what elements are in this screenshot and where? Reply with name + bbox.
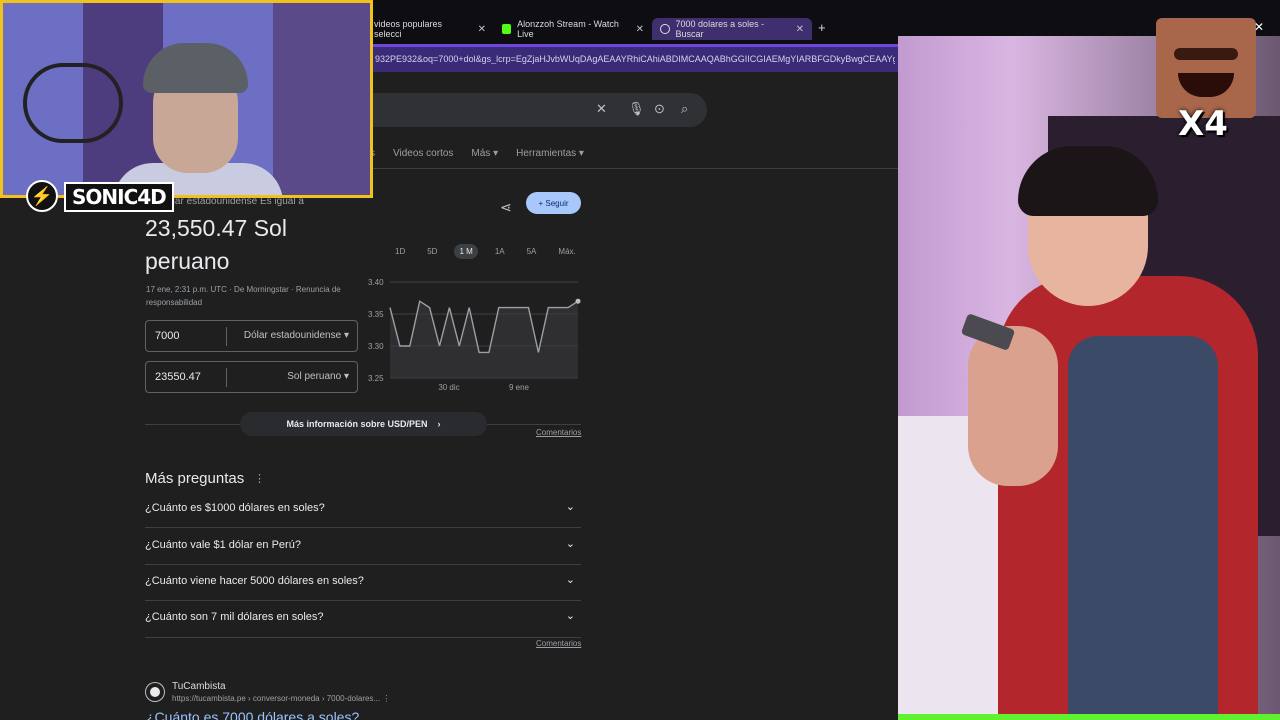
- result-url-text: https://tucambista.pe › conversor-moneda…: [172, 694, 381, 703]
- chart-area: [390, 301, 578, 378]
- paa-question-text: ¿Cuánto es $1000 dólares en soles?: [145, 502, 325, 514]
- paa-question[interactable]: ¿Cuánto viene hacer 5000 dólares en sole…: [145, 565, 581, 601]
- tab-label: 7000 dolares a soles - Buscar: [675, 19, 765, 39]
- emote-mouth: [1178, 73, 1234, 97]
- from-currency-label: Dólar estadounidense: [243, 330, 342, 341]
- divider: [226, 327, 227, 346]
- chevron-down-icon: ⌄: [565, 610, 575, 622]
- chevron-right-icon: ›: [437, 419, 441, 429]
- brand-name: SONIC4D: [64, 182, 174, 212]
- tab-herramientas[interactable]: Herramientas ▾: [516, 148, 584, 159]
- conversion-meta: 17 ene, 2:31 p.m. UTC · De Morningstar ·…: [146, 285, 341, 307]
- tab-label: Alonzzoh Stream - Watch Live: [517, 19, 619, 39]
- kick-icon: [502, 24, 512, 34]
- close-icon[interactable]: ✕: [636, 24, 644, 35]
- y-tick-label: 3.40: [368, 278, 384, 287]
- chevron-down-icon: ⌄: [565, 538, 575, 550]
- conversion-result: 23,550.47 Sol peruano: [145, 212, 345, 278]
- new-tab-button[interactable]: +: [818, 20, 826, 35]
- paa-question-text: ¿Cuánto vale $1 dólar en Perú?: [145, 539, 301, 551]
- from-amount[interactable]: 7000: [155, 330, 179, 342]
- video-progress-bar: [898, 714, 1280, 720]
- paa-question[interactable]: ¿Cuánto vale $1 dólar en Perú? ⌄: [145, 529, 581, 565]
- close-icon[interactable]: ✕: [796, 24, 804, 35]
- follow-button[interactable]: + Seguir: [526, 192, 581, 214]
- feedback-link[interactable]: Comentarios: [536, 639, 581, 648]
- url-text[interactable]: 932PE932&oq=7000+dol&gs_lcrp=EgZjaHJvbWU…: [375, 54, 895, 64]
- tab-alonzzoh-stream[interactable]: Alonzzoh Stream - Watch Live ✕: [494, 18, 652, 40]
- close-icon[interactable]: ✕: [1254, 20, 1264, 34]
- site-favicon: [146, 683, 164, 701]
- more-info-button[interactable]: Más información sobre USD/PEN ›: [240, 412, 487, 436]
- tab-google-search[interactable]: 7000 dolares a soles - Buscar ✕: [652, 18, 812, 40]
- chart-last-point: [575, 298, 581, 304]
- share-icon[interactable]: ⋖: [500, 199, 512, 216]
- emote-multiplier: X4: [1178, 104, 1228, 144]
- background-shelf: [273, 3, 370, 195]
- range-1d[interactable]: 1D: [390, 244, 410, 259]
- chevron-down-icon: ▾: [343, 371, 349, 382]
- x-tick-label: 30 dic: [438, 383, 459, 392]
- feedback-link[interactable]: Comentarios: [536, 428, 581, 437]
- microphone-icon[interactable]: 🎙: [628, 101, 645, 117]
- from-currency-input[interactable]: 7000 Dólar estadounidense ▾: [145, 320, 358, 352]
- range-max[interactable]: Máx.: [553, 244, 580, 259]
- more-options-icon[interactable]: ⋮: [382, 694, 390, 703]
- divider: [226, 368, 227, 387]
- google-icon: [660, 24, 670, 34]
- microphone-arm: [23, 63, 123, 143]
- conversion-result-line2: peruano: [145, 248, 230, 274]
- tab-label: videos populares selecci: [374, 19, 443, 39]
- close-icon[interactable]: ✕: [478, 24, 486, 35]
- to-currency-label: Sol peruano: [287, 371, 342, 382]
- search-box[interactable]: ✕ 🎙 ⊙ ⌕: [360, 93, 707, 127]
- result-url[interactable]: https://tucambista.pe › conversor-moneda…: [172, 694, 390, 703]
- more-options-icon[interactable]: ⋮: [254, 472, 265, 485]
- person-arm: [968, 326, 1058, 486]
- y-tick-label: 3.30: [368, 342, 384, 351]
- y-tick-label: 3.25: [368, 374, 384, 383]
- streamer-beanie: [143, 43, 248, 93]
- result-title-link[interactable]: ¿Cuánto es 7000 dólares a soles?: [146, 709, 359, 720]
- from-currency-select[interactable]: Dólar estadounidense ▾: [244, 330, 349, 341]
- range-1a[interactable]: 1A: [490, 244, 510, 259]
- to-amount[interactable]: 23550.47: [155, 371, 201, 383]
- range-5d[interactable]: 5D: [422, 244, 442, 259]
- person-hair: [1018, 146, 1158, 216]
- to-currency-select[interactable]: Sol peruano ▾: [287, 371, 349, 382]
- range-5a[interactable]: 5A: [522, 244, 542, 259]
- tab-mas[interactable]: Más ▾: [471, 148, 498, 159]
- chevron-down-icon: ⌄: [565, 501, 575, 513]
- chevron-down-icon: ⌄: [565, 574, 575, 586]
- divider: [145, 637, 581, 638]
- more-info-label: Más información sobre USD/PEN: [286, 419, 428, 429]
- laughing-emote-icon: [1156, 18, 1256, 118]
- paa-question[interactable]: ¿Cuánto son 7 mil dólares en soles? ⌄: [145, 601, 581, 637]
- result-site-name[interactable]: TuCambista: [172, 681, 226, 692]
- paa-question-text: ¿Cuánto son 7 mil dólares en soles?: [145, 611, 324, 623]
- paa-question-text: ¿Cuánto viene hacer 5000 dólares en sole…: [145, 575, 364, 587]
- tab-videos-cortos[interactable]: Videos cortos: [393, 148, 453, 159]
- x-tick-label: 9 ene: [509, 383, 530, 392]
- tab-videos-populares[interactable]: videos populares selecci ✕: [366, 18, 494, 40]
- exchange-rate-chart: 3.40 3.35 3.30 3.25 30 dic 9 ene: [368, 278, 581, 392]
- range-1m[interactable]: 1 M: [454, 244, 478, 259]
- lens-icon[interactable]: ⊙: [654, 101, 665, 117]
- divider: [487, 424, 581, 425]
- emote-eyes: [1174, 48, 1238, 60]
- clear-icon[interactable]: ✕: [596, 101, 607, 117]
- to-currency-input[interactable]: 23550.47 Sol peruano ▾: [145, 361, 358, 393]
- brand-logo-icon: ⚡: [26, 180, 58, 212]
- chevron-down-icon: ▾: [343, 330, 349, 341]
- search-nav-tabs: s Videos cortos Más ▾ Herramientas ▾: [370, 148, 584, 159]
- y-tick-label: 3.35: [368, 310, 384, 319]
- search-icon[interactable]: ⌕: [681, 101, 688, 117]
- chart-range-selector: 1D 5D 1 M 1A 5A Máx.: [390, 244, 581, 259]
- person-vest: [1068, 336, 1218, 720]
- paa-question[interactable]: ¿Cuánto es $1000 dólares en soles? ⌄: [145, 492, 581, 528]
- divider: [145, 424, 240, 425]
- conversion-result-line1: 23,550.47 Sol: [145, 215, 287, 241]
- people-also-ask-title: Más preguntas: [145, 470, 245, 487]
- webcam-overlay: [0, 0, 373, 198]
